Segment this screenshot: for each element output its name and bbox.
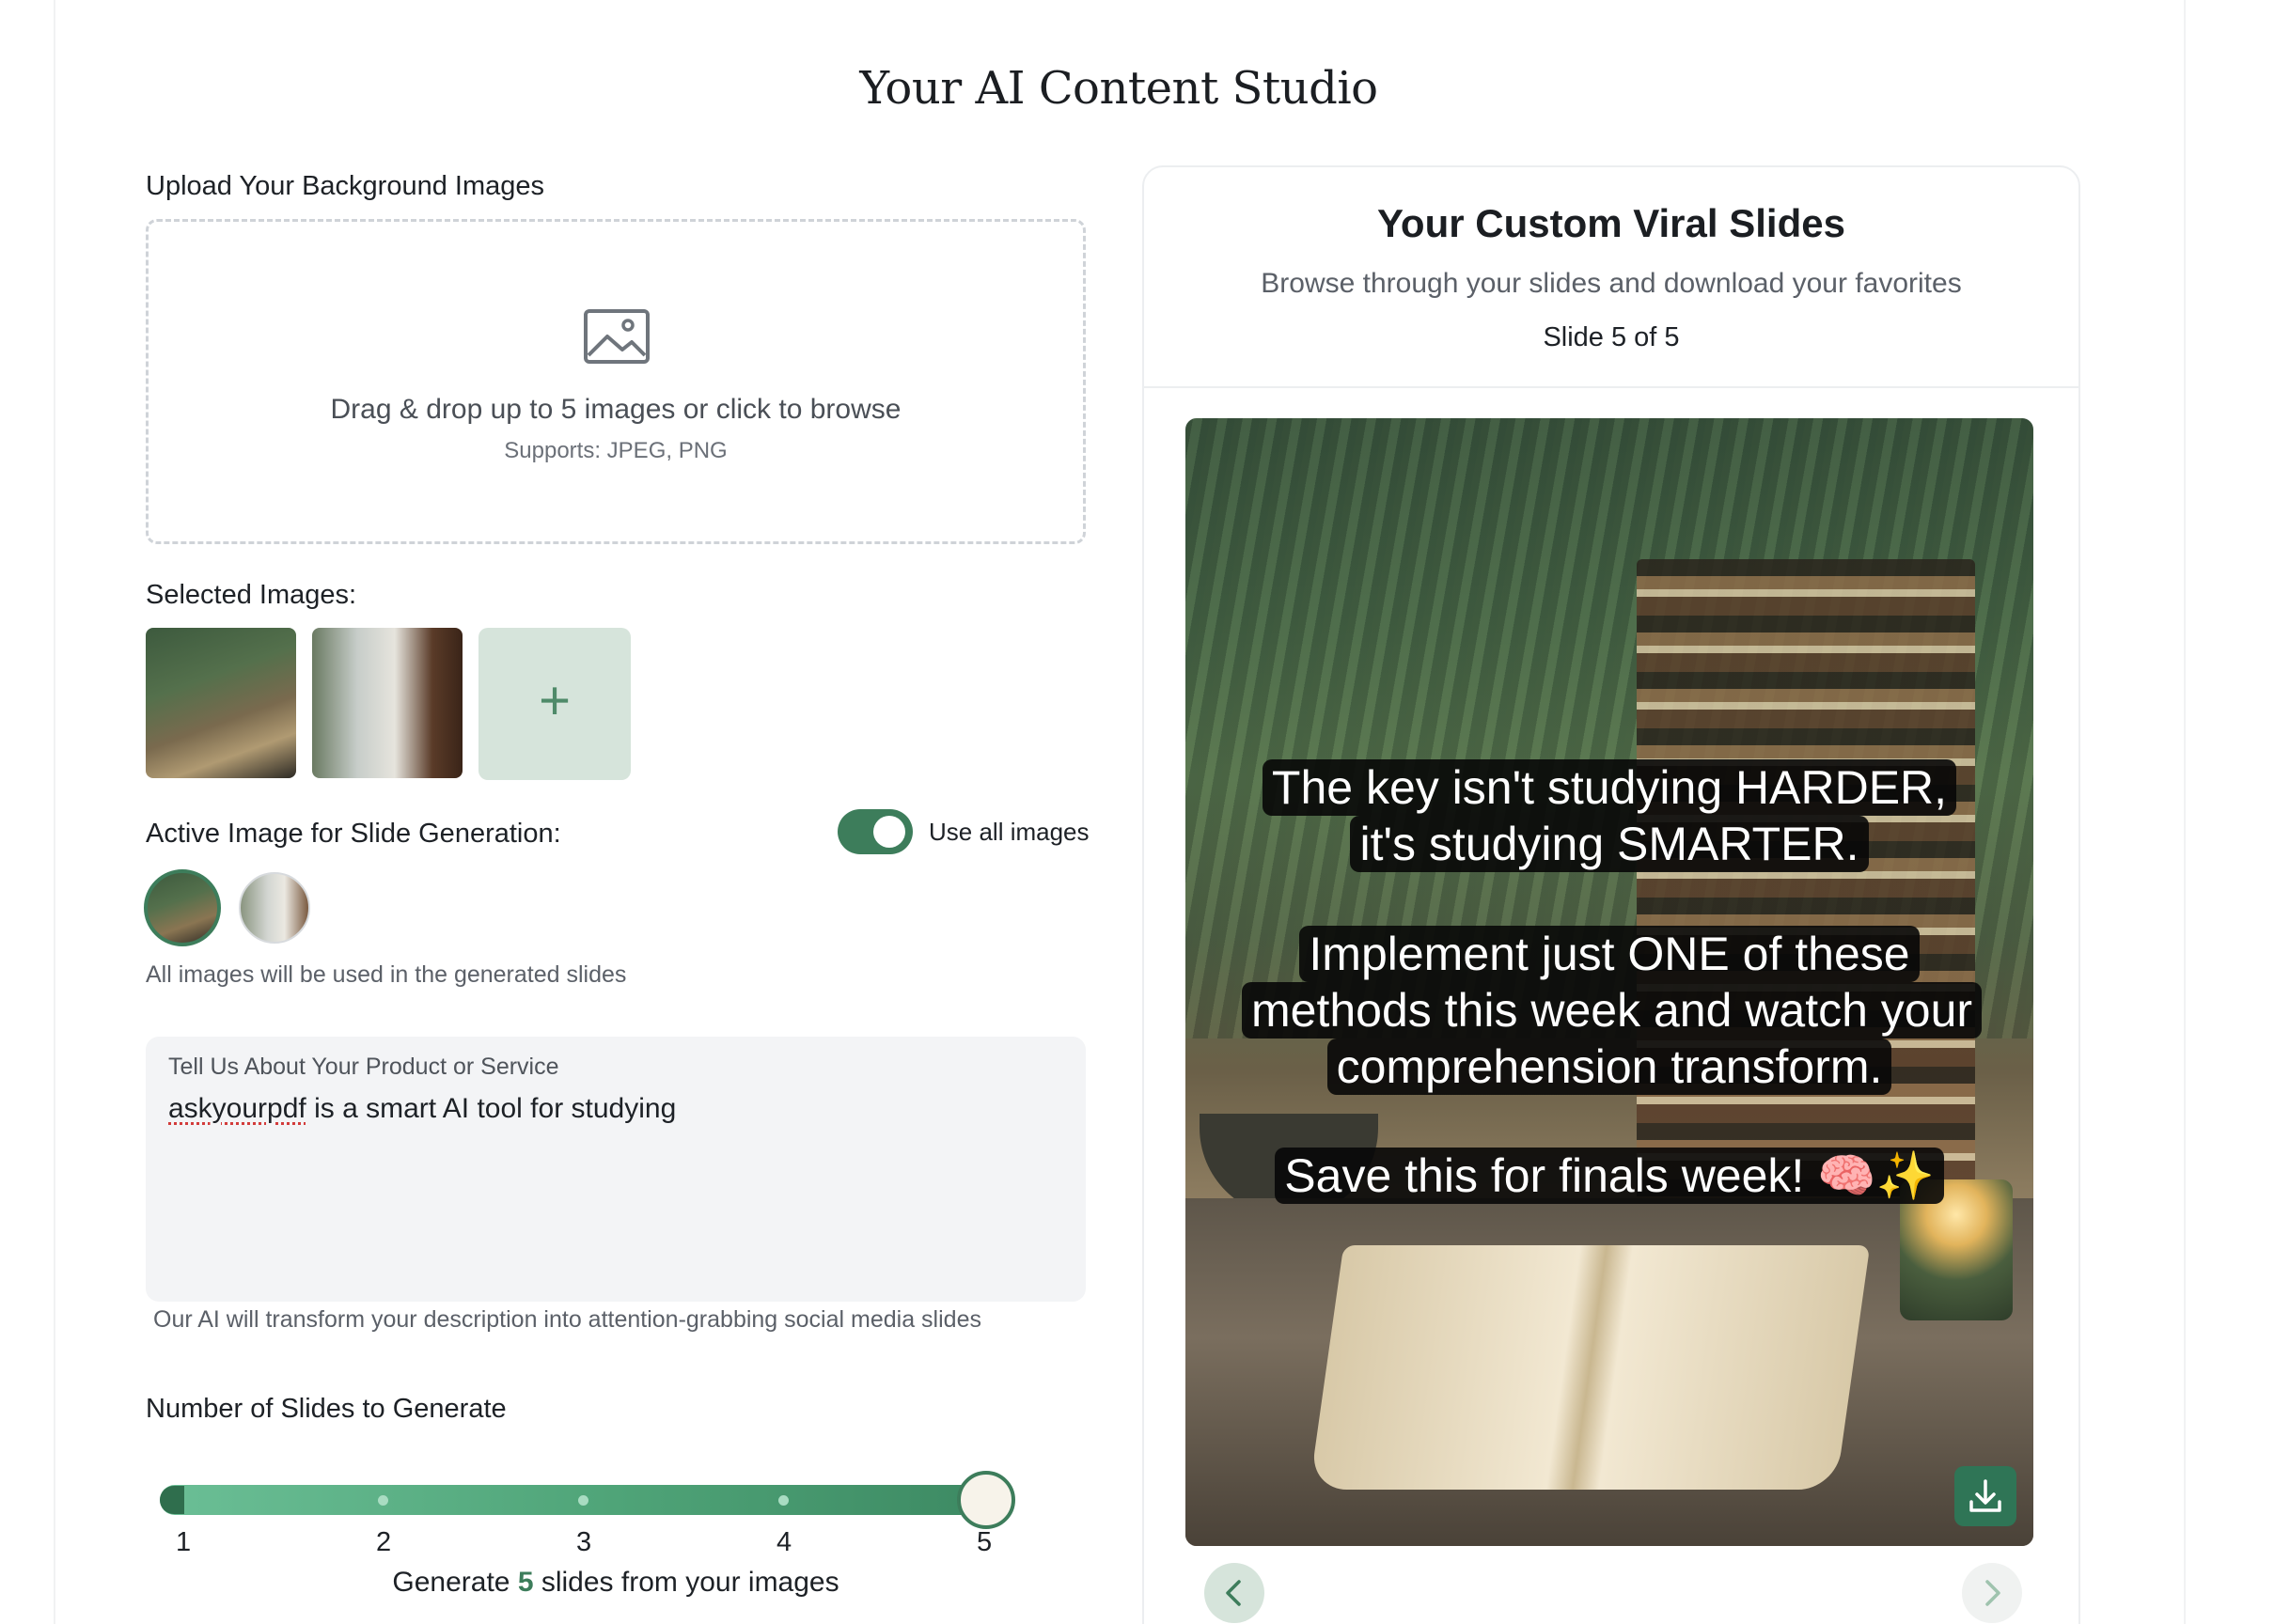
slider-tick-3: 3	[576, 1527, 592, 1557]
description-text: is a smart AI tool for studying	[306, 1093, 677, 1124]
next-slide-button[interactable]	[1962, 1563, 2022, 1623]
card-divider	[1142, 386, 2080, 388]
upload-label: Upload Your Background Images	[146, 171, 545, 201]
slide-counter: Slide 5 of 5	[1543, 322, 1680, 352]
slides-count-slider-handle[interactable]	[957, 1471, 1015, 1529]
slides-count-label: Number of Slides to Generate	[146, 1394, 507, 1424]
image-icon	[584, 309, 650, 364]
slider-tick-4: 4	[776, 1527, 792, 1557]
misspelled-word: askyourpdf	[168, 1093, 306, 1124]
slide-caption-3: Save this for finals week! 🧠✨	[1275, 1148, 1944, 1204]
selected-images-label: Selected Images:	[146, 580, 357, 610]
dropzone-instructions: Drag & drop up to 5 images or click to b…	[330, 394, 902, 425]
page-title: Your AI Content Studio	[859, 62, 1378, 115]
slider-tick-1: 1	[176, 1527, 192, 1557]
slide-background-open-book	[1309, 1245, 1871, 1490]
download-icon	[1969, 1479, 2001, 1512]
dropzone-formats: Supports: JPEG, PNG	[504, 438, 728, 463]
selected-image-thumbnail-2[interactable]	[312, 628, 463, 778]
generate-suffix: slides from your images	[533, 1567, 839, 1598]
generate-count: 5	[517, 1567, 534, 1598]
slide-caption-1: The key isn't studying HARDER, it's stud…	[1262, 759, 1957, 872]
slide-caption-2: Implement just ONE of these methods this…	[1242, 926, 1983, 1095]
page-edge-right	[2184, 0, 2186, 1624]
use-all-images-label: Use all images	[929, 818, 1090, 846]
slider-start-cap	[160, 1486, 184, 1514]
preview-title: Your Custom Viral Slides	[1377, 201, 1845, 245]
app-frame: Your AI Content Studio Upload Your Backg…	[0, 0, 2290, 1624]
slide-caption-2-wrap: Implement just ONE of these methods this…	[1185, 926, 2033, 1095]
active-image-note: All images will be used in the generated…	[146, 961, 627, 988]
active-image-label: Active Image for Slide Generation:	[146, 819, 561, 849]
slider-step-dot	[378, 1495, 388, 1506]
product-description-value[interactable]: askyourpdf is a smart AI tool for studyi…	[168, 1093, 676, 1125]
selected-image-thumbnail-1[interactable]	[146, 628, 296, 778]
upload-dropzone[interactable]: Drag & drop up to 5 images or click to b…	[146, 219, 1086, 544]
download-slide-button[interactable]	[1954, 1466, 2016, 1526]
generate-summary: Generate 5 slides from your images	[146, 1567, 1086, 1599]
slide-caption-1-wrap: The key isn't studying HARDER, it's stud…	[1185, 759, 2033, 872]
slide-preview-image: The key isn't studying HARDER, it's stud…	[1185, 418, 2033, 1546]
chevron-left-icon	[1226, 1580, 1241, 1606]
product-description-label: Tell Us About Your Product or Service	[168, 1054, 559, 1080]
chevron-right-icon	[1985, 1580, 2000, 1606]
slider-step-dot	[778, 1495, 789, 1506]
active-image-option-1[interactable]	[144, 869, 221, 946]
slides-count-slider-track[interactable]	[160, 1485, 987, 1515]
generate-prefix: Generate	[392, 1567, 518, 1598]
slide-caption-3-wrap: Save this for finals week! 🧠✨	[1185, 1148, 2033, 1204]
add-image-button[interactable]: +	[478, 628, 631, 780]
product-description-field[interactable]: Tell Us About Your Product or Service as…	[146, 1037, 1086, 1302]
previous-slide-button[interactable]	[1204, 1563, 1264, 1623]
slider-tick-2: 2	[376, 1527, 392, 1557]
active-image-option-2[interactable]	[239, 872, 310, 944]
slider-step-dot	[578, 1495, 588, 1506]
preview-subtitle: Browse through your slides and download …	[1261, 268, 1962, 299]
page-edge-left	[54, 0, 55, 1624]
slider-tick-5: 5	[977, 1527, 993, 1557]
toggle-knob	[873, 816, 905, 848]
description-helper: Our AI will transform your description i…	[153, 1306, 981, 1333]
use-all-images-toggle[interactable]	[838, 809, 913, 854]
